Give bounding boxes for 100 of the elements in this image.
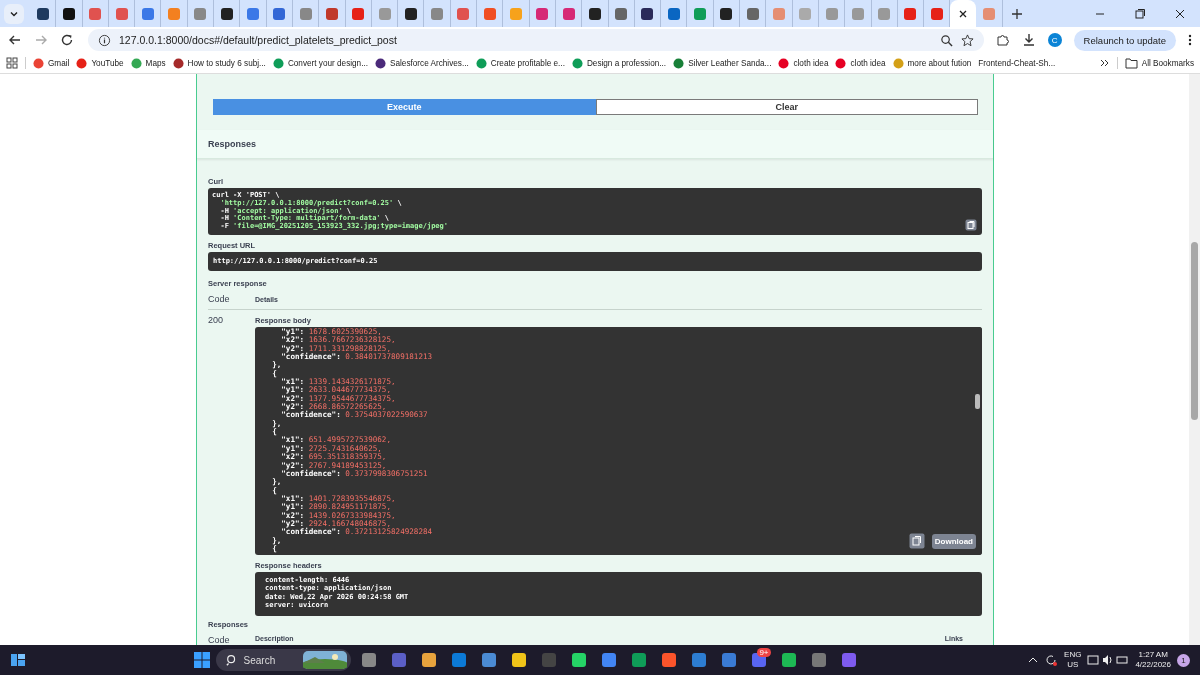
apps-icon[interactable] xyxy=(6,57,18,69)
app-icon[interactable] xyxy=(750,652,767,668)
windows-icon[interactable] xyxy=(193,652,210,668)
clear-button[interactable]: Clear xyxy=(595,99,978,115)
favicon-icon xyxy=(509,6,523,21)
bookmark-link[interactable]: Maps xyxy=(130,57,166,69)
favicon-icon xyxy=(61,6,76,21)
relaunch-button[interactable]: Relaunch to update xyxy=(1073,29,1176,51)
column-header: Code xyxy=(208,294,231,304)
favicon-icon xyxy=(640,6,655,21)
favicon-icon xyxy=(88,6,103,21)
reload-icon[interactable] xyxy=(60,33,74,47)
favicon-icon xyxy=(745,6,760,21)
app-icon[interactable] xyxy=(420,652,437,668)
search-field[interactable]: Search xyxy=(215,649,351,671)
favicon-icon xyxy=(771,6,786,21)
bookmark-link[interactable]: YouTube xyxy=(76,57,124,69)
copy-icon[interactable] xyxy=(965,219,977,231)
bookmark-link[interactable]: cloth idea xyxy=(778,57,829,69)
bookmark-link[interactable]: Design a profession... xyxy=(571,57,667,69)
tab-search-button[interactable] xyxy=(4,3,24,24)
language-indicator[interactable]: ENG US xyxy=(1064,650,1082,670)
notification-badge[interactable]: 1 xyxy=(1177,653,1190,667)
app-icon[interactable] xyxy=(570,652,587,668)
scrollbar[interactable] xyxy=(973,327,982,555)
bookmark-icon xyxy=(835,57,847,69)
system-tray-icons[interactable] xyxy=(1087,653,1130,667)
section-title: Responses xyxy=(208,139,257,149)
favicon-icon xyxy=(535,6,550,21)
more-icon[interactable] xyxy=(1188,33,1192,47)
scrollbar[interactable] xyxy=(1189,74,1200,645)
favicon-icon xyxy=(798,6,813,21)
status-code: 200 xyxy=(208,314,225,327)
bookmark-link[interactable]: Convert your design... xyxy=(272,57,368,69)
favicon-icon xyxy=(482,6,497,21)
zoom-icon[interactable] xyxy=(939,33,953,47)
all-bookmarks-link[interactable]: All Bookmarks xyxy=(1124,57,1194,69)
favicon-icon xyxy=(351,6,366,21)
star-icon[interactable] xyxy=(960,33,974,47)
favicon-icon xyxy=(324,6,339,21)
favicon-icon xyxy=(456,6,471,21)
favicon-icon xyxy=(140,6,155,21)
favicon-icon xyxy=(193,6,208,21)
bookmark-icon xyxy=(130,57,142,69)
puzzle-icon[interactable] xyxy=(995,33,1010,47)
bookmark-link[interactable]: more about fution xyxy=(892,57,972,69)
app-icon[interactable] xyxy=(360,652,377,668)
copy-icon[interactable] xyxy=(908,533,925,549)
favicon-icon xyxy=(850,6,865,21)
clock[interactable]: 1:27 AM 4/22/2026 xyxy=(1135,650,1171,670)
favicon-icon xyxy=(403,6,418,21)
bookmark-link[interactable]: Gmail xyxy=(33,57,70,69)
bookmark-icon xyxy=(475,57,487,69)
favicon-icon xyxy=(219,6,234,21)
bookmark-link[interactable]: cloth idea xyxy=(835,57,886,69)
bookmark-icon xyxy=(571,57,583,69)
favicon-icon xyxy=(877,6,892,21)
favicon-icon xyxy=(167,6,182,21)
bookmark-icon xyxy=(76,57,88,69)
bookmark-link[interactable]: Salesforce Archives... xyxy=(375,57,469,69)
download-button[interactable]: Download xyxy=(931,533,976,549)
bookmark-link[interactable]: Silver Leather Sanda... xyxy=(673,57,772,69)
favicon-icon xyxy=(561,6,576,21)
notification-badge: 9+ xyxy=(757,648,771,657)
favicon-icon xyxy=(377,6,392,21)
favicon-icon xyxy=(614,6,629,21)
restore-icon[interactable] xyxy=(1134,7,1146,20)
app-icon[interactable] xyxy=(780,652,797,668)
favicon-icon xyxy=(430,6,445,21)
bookmark-link[interactable]: Frontend-Cheat-Sh... xyxy=(978,58,1056,68)
download-icon[interactable] xyxy=(1021,33,1036,47)
favicon-icon xyxy=(824,6,839,21)
bookmark-icon xyxy=(892,57,904,69)
bookmark-icon xyxy=(272,57,284,69)
bookmark-icon xyxy=(172,57,184,69)
chevron-double-icon[interactable] xyxy=(1099,58,1110,68)
address-bar[interactable]: 127.0.0.1:8000/docs#/default/predict_platelets_predict_post xyxy=(88,29,984,51)
sync-icon[interactable] xyxy=(1044,653,1059,667)
favicon-icon xyxy=(666,6,681,21)
new-tab-icon[interactable] xyxy=(1010,7,1023,20)
bookmark-link[interactable]: Create profitable e... xyxy=(475,57,565,69)
widgets-icon[interactable] xyxy=(10,652,26,668)
profile-avatar[interactable]: C xyxy=(1047,33,1062,47)
url-text: 127.0.0.1:8000/docs#/default/predict_platelets_predict_post xyxy=(119,34,398,46)
app-icon[interactable] xyxy=(630,652,647,668)
back-icon[interactable] xyxy=(8,33,22,47)
favicon-icon xyxy=(35,6,50,21)
app-icon[interactable] xyxy=(510,652,527,668)
close-icon[interactable] xyxy=(1174,7,1186,20)
bookmark-link[interactable]: How to study 6 subj... xyxy=(172,57,266,69)
app-icon[interactable] xyxy=(480,652,497,668)
favicon-icon xyxy=(298,6,313,21)
close-icon[interactable] xyxy=(958,8,969,19)
app-icon[interactable] xyxy=(660,652,677,668)
folder-icon xyxy=(1124,57,1138,69)
favicon-icon xyxy=(929,6,944,21)
info-icon[interactable] xyxy=(98,33,111,47)
bookmark-icon xyxy=(673,57,685,69)
app-icon[interactable] xyxy=(600,652,617,668)
chevron-up-icon[interactable] xyxy=(1028,655,1039,665)
